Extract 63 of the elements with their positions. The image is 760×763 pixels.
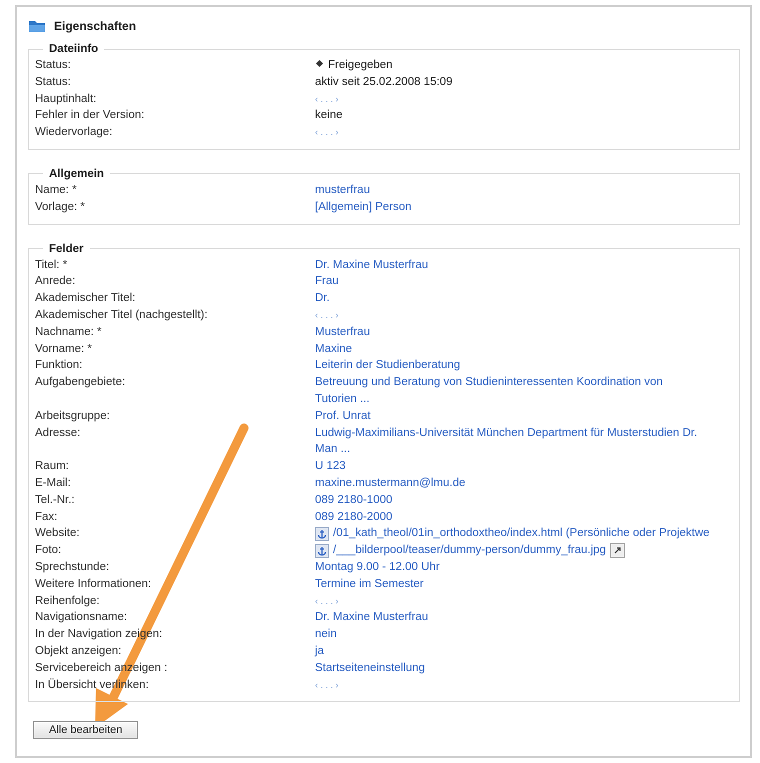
field-label: Raum: [35,459,70,474]
field-label: Weitere Informationen: [35,576,152,592]
field-label: Funktion: [35,358,84,374]
field-label: Nachname: * [35,324,102,340]
field-label: Aufgabengebiete: [35,375,126,390]
field-label: Vorlage: * [35,200,86,215]
field-label: Reihenfolge: [35,594,101,609]
file-path-link[interactable]: /___bilderpool/teaser/dummy-person/dummy_frau.jpg [333,542,606,559]
field-label: Fehler in der Version: [35,108,146,124]
field-value-link[interactable]: Prof. Unrat [315,408,700,425]
field-value-link[interactable]: ja [315,642,700,660]
section-title: Dateiinfo [48,43,100,55]
field-value-link[interactable]: Ludwig-Maximilians-Universität München Department für Musterstudien Dr. Man ... [315,424,700,458]
field-value-link[interactable]: 089 2180-2000 [315,508,700,526]
field-value-link[interactable]: Montag 9.00 - 12.00 Uhr [315,558,700,576]
field-label: Website: [35,526,81,542]
field-label: Status: [35,74,72,90]
field-label: Arbeitsgruppe: [35,408,111,424]
field-value: keine [315,108,344,124]
field-label: Foto: [35,543,62,558]
anchor-icon[interactable] [315,544,329,558]
field-value: aktiv seit 25.02.2008 15:09 [315,74,454,90]
field-label: Sprechstunde: [35,560,110,575]
section-title: Allgemein [48,168,105,180]
field-value-link[interactable]: nein [315,626,700,643]
field-label: Status: [35,58,72,73]
field-value-link[interactable]: [Allgemein] Person [315,198,700,216]
field-label: Name: * [35,182,78,198]
field-label: Adresse: [35,426,82,441]
field-label: Tel.-Nr.: [35,492,76,508]
field-label: Fax: [35,510,58,525]
field-value-link[interactable]: Dr. [315,290,700,307]
field-value-link[interactable]: musterfrau [315,182,700,199]
field-value-link[interactable]: U 123 [315,458,700,475]
folder-icon [28,19,46,33]
field-label: Anrede: [35,274,76,290]
field-label: Objekt anzeigen: [35,644,122,659]
field-label: Akademischer Titel (nachgestellt): [35,308,209,323]
field-value-link[interactable]: Leiterin der Studienberatung [315,357,700,374]
external-link-icon[interactable] [610,543,625,558]
anchor-icon[interactable] [315,526,329,541]
field-label: Navigationsname: [35,610,128,626]
status-value: Freigegeben [315,57,393,74]
field-label: Wiedervorlage: [35,125,114,140]
field-value-link[interactable]: 089 2180-1000 [315,492,700,509]
field-label: E-Mail: [35,476,72,491]
field-label: Hauptinhalt: [35,92,98,107]
field-value-link[interactable]: Frau [315,273,700,290]
edit-all-button[interactable]: Alle bearbeiten [33,721,138,740]
field-value-link[interactable]: Maxine [315,340,700,358]
field-value-link[interactable]: Musterfrau [315,324,700,341]
field-value-link[interactable]: Startseiteneinstellung [315,660,700,676]
field-value-link[interactable]: Betreuung und Beratung von Studieninteressenten Koordination von Tutorien ... [315,374,700,408]
file-path-link[interactable]: /01_kath_theol/01in_orthodoxtheo/index.html (Persönliche oder Projektwe [333,525,710,542]
field-label: Akademischer Titel: [35,291,136,306]
field-value-link[interactable]: Dr. Maxine Musterfrau [315,256,700,274]
field-value-link[interactable]: maxine.mustermann@lmu.de [315,474,700,492]
field-value-link[interactable]: Dr. Maxine Musterfrau [315,609,700,626]
field-label: Titel: * [35,258,68,273]
field-value-link[interactable]: Termine im Semester [315,576,700,593]
field-label: Vorname: * [35,342,93,357]
section-title: Felder [48,242,85,255]
panel-title: Eigenschaften [54,19,136,33]
